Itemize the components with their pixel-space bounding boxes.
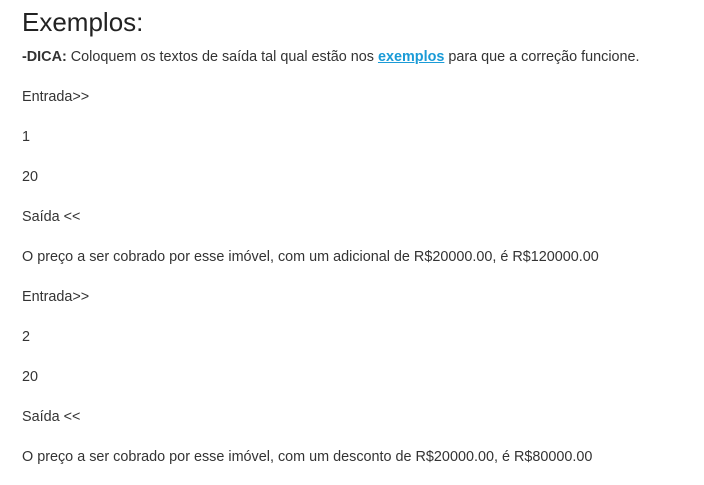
example-2-input-value-2: 20 <box>22 369 39 385</box>
tip-paragraph: -DICA: Coloquem os textos de saída tal q… <box>22 47 640 67</box>
example-1-output-text: O preço a ser cobrado por esse imóvel, c… <box>22 249 599 265</box>
tip-text-after: para que a correção funcione. <box>444 49 640 65</box>
example-2-input-label: Entrada>> <box>22 289 90 305</box>
example-1-input-value-1: 1 <box>22 129 31 145</box>
example-2-output-text: O preço a ser cobrado por esse imóvel, c… <box>22 449 593 465</box>
tip-label: -DICA: <box>22 49 67 65</box>
example-1-output-label: Saída << <box>22 209 81 225</box>
example-1-input-value-2: 20 <box>22 169 39 185</box>
example-2-input-value-1: 2 <box>22 329 31 345</box>
example-1-input-label: Entrada>> <box>22 89 90 105</box>
tip-text-before: Coloquem os textos de saída tal qual est… <box>66 49 378 65</box>
examples-link[interactable]: exemplos <box>378 49 444 65</box>
example-2-output-label: Saída << <box>22 409 81 425</box>
examples-heading: Exemplos: <box>22 7 144 37</box>
